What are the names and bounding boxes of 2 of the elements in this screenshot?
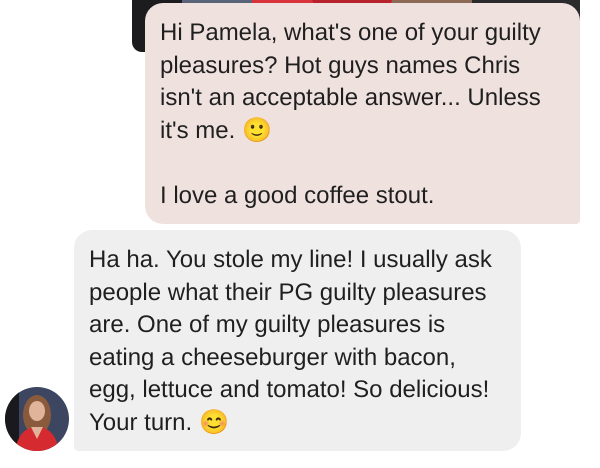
message-bubble: Hi Pamela, what's one of your guilty pleasures? Hot guys names Chris isn't an acceptable answer... Unless it's me. 🙂 I love a good coffee stout. [145,3,580,224]
message-bubble: Ha ha. You stole my line! I usually ask people what their PG guilty pleasures are. One of my guilty pleasures is eating a cheeseburger with bacon, egg, lettuce and tomato! So delicious! Your turn. 😊 [74,230,521,451]
